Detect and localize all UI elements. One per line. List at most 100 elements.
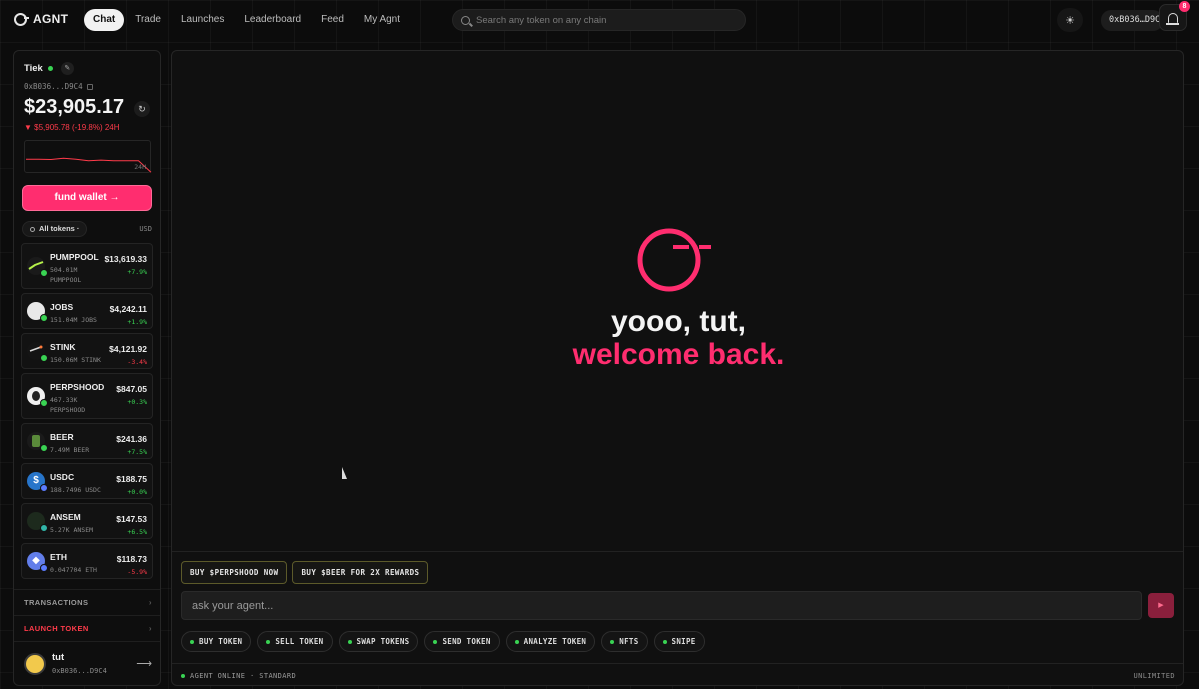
chain-badge-icon bbox=[40, 564, 48, 572]
token-row-eth[interactable]: ◆ ETH 0.047704 ETH $118.73 -5.9% bbox=[21, 543, 153, 579]
arrow-right-icon[interactable]: ⟶ bbox=[136, 657, 152, 670]
token-row-perpshood[interactable]: PERPSHOOD 467.33K PERPSHOOD $847.05 +0.3% bbox=[21, 373, 153, 419]
action-label: BUY TOKEN bbox=[199, 637, 243, 646]
perpshood-glyph bbox=[32, 391, 40, 401]
beer-glyph bbox=[32, 435, 40, 447]
token-symbol: ANSEM bbox=[50, 512, 81, 522]
token-row-ansem[interactable]: ANSEM 5.27K ANSEM $147.53 +6.5% bbox=[21, 503, 153, 539]
token-value: $847.05 bbox=[116, 384, 147, 394]
nav-launches[interactable]: Launches bbox=[172, 9, 233, 31]
token-row-usdc[interactable]: $ USDC 188.7496 USDC $188.75 +0.0% bbox=[21, 463, 153, 499]
agnt-hero-logo-icon bbox=[637, 228, 711, 292]
action-label: NFTS bbox=[619, 637, 639, 646]
launch-token-link[interactable]: LAUNCH TOKEN › bbox=[14, 615, 160, 641]
ansem-token-icon bbox=[27, 512, 48, 532]
token-symbol: USDC bbox=[50, 472, 75, 482]
nav-leaderboard[interactable]: Leaderboard bbox=[235, 9, 310, 31]
account-name: Tiek bbox=[24, 63, 43, 74]
action-label: SNIPE bbox=[671, 637, 696, 646]
nav-my-agnt[interactable]: My Agnt bbox=[355, 9, 409, 31]
chat-panel: yooo, tut, welcome back. BUY $PERPSHOOD … bbox=[171, 50, 1184, 686]
token-row-stink[interactable]: STINK 150.06M STINK $4,121.92 -3.4% bbox=[21, 333, 153, 369]
token-change: -5.9% bbox=[127, 568, 147, 576]
page-scrollbar[interactable] bbox=[1188, 50, 1194, 686]
action-send-token[interactable]: SEND TOKEN bbox=[424, 631, 500, 652]
prompt-buy-beer[interactable]: BUY $BEER FOR 2X REWARDS bbox=[292, 561, 429, 584]
action-buy-token[interactable]: BUY TOKEN bbox=[181, 631, 252, 652]
action-analyze-token[interactable]: ANALYZE TOKEN bbox=[505, 631, 596, 652]
chevron-right-icon: › bbox=[148, 598, 152, 607]
notifications-button[interactable]: 8 bbox=[1159, 1, 1190, 31]
agent-status-text: AGENT ONLINE · STANDARD bbox=[190, 672, 297, 680]
status-dot-icon bbox=[514, 639, 519, 644]
online-status-dot bbox=[47, 66, 53, 71]
refresh-balance-button[interactable]: ↻ bbox=[134, 101, 150, 117]
status-dot-icon bbox=[347, 639, 352, 644]
token-amount-value: 467.33K bbox=[50, 396, 78, 404]
chevron-right-icon: › bbox=[148, 624, 152, 633]
agnt-logo-icon bbox=[14, 12, 29, 26]
action-swap-tokens[interactable]: SWAP TOKENS bbox=[338, 631, 419, 652]
search-input[interactable] bbox=[476, 14, 726, 26]
token-search[interactable] bbox=[452, 9, 746, 31]
main-nav: Chat Trade Launches Leaderboard Feed My … bbox=[84, 9, 409, 31]
prompt-buy-perpshood[interactable]: BUY $PERPSHOOD NOW bbox=[181, 561, 288, 584]
eth-token-icon: ◆ bbox=[27, 552, 48, 572]
nav-chat[interactable]: Chat bbox=[84, 9, 125, 31]
action-sell-token[interactable]: SELL TOKEN bbox=[257, 631, 333, 652]
chain-badge-icon bbox=[40, 524, 48, 532]
search-icon bbox=[461, 15, 470, 25]
welcome-subtitle: welcome back. bbox=[572, 338, 785, 371]
action-snipe[interactable]: SNIPE bbox=[653, 631, 705, 652]
token-value: $4,121.92 bbox=[109, 344, 147, 354]
token-amount: 467.33K PERPSHOOD bbox=[50, 395, 85, 415]
token-row-beer[interactable]: BEER 7.49M BEER $241.36 +7.5% bbox=[21, 423, 153, 459]
chain-badge-icon bbox=[40, 269, 48, 277]
token-amount: 151.04M JOBS bbox=[50, 316, 97, 324]
copy-icon[interactable] bbox=[86, 83, 93, 90]
currency-label[interactable]: USD bbox=[139, 225, 152, 233]
wallet-address-button[interactable]: 0xB036…D9C4 bbox=[1101, 10, 1163, 31]
wallet-sidebar: Tiek ✎ 0xB036...D9C4 $23,905.17 ↻ ▼ $5,9… bbox=[13, 50, 161, 686]
user-profile-card[interactable]: tut 0xB036...D9C4 ⟶ bbox=[14, 641, 160, 685]
launch-token-label: LAUNCH TOKEN bbox=[24, 624, 89, 633]
theme-toggle-button[interactable]: ☀ bbox=[1057, 8, 1083, 32]
edit-name-button[interactable]: ✎ bbox=[60, 62, 74, 75]
nav-feed[interactable]: Feed bbox=[312, 9, 353, 31]
agent-status: AGENT ONLINE · STANDARD bbox=[181, 672, 296, 680]
welcome-greeting: yooo, tut, bbox=[611, 305, 746, 338]
action-label: SWAP TOKENS bbox=[356, 637, 410, 646]
token-change: +7.9% bbox=[127, 268, 147, 276]
beer-token-icon bbox=[27, 432, 48, 452]
nav-trade[interactable]: Trade bbox=[126, 9, 170, 31]
send-button[interactable]: ▶ bbox=[1148, 593, 1174, 618]
action-label: ANALYZE TOKEN bbox=[523, 637, 587, 646]
token-amount: 188.7496 USDC bbox=[50, 486, 101, 494]
token-amount: 7.49M BEER bbox=[50, 446, 90, 454]
agent-prompt-input[interactable] bbox=[181, 591, 1142, 620]
action-nfts[interactable]: NFTS bbox=[601, 631, 648, 652]
sparkline-range-label: 24H bbox=[134, 163, 146, 171]
action-shortcuts: BUY TOKEN SELL TOKEN SWAP TOKENS SEND TO… bbox=[181, 631, 705, 652]
balance-sparkline: 24H bbox=[24, 140, 152, 173]
status-dot-icon bbox=[433, 639, 438, 644]
token-row-pumppool[interactable]: PUMPPOOL 504.01M PUMPPOOL $13,619.33 +7.9… bbox=[21, 243, 153, 289]
brand-name: AGNT bbox=[33, 12, 69, 26]
transactions-link[interactable]: TRANSACTIONS › bbox=[14, 589, 160, 615]
token-change: +0.3% bbox=[127, 398, 147, 406]
token-row-jobs[interactable]: JOBS 151.04M JOBS $4,242.11 +1.9% bbox=[21, 293, 153, 329]
account-address-text: 0xB036...D9C4 bbox=[24, 82, 83, 91]
fund-wallet-button[interactable]: fund wallet → bbox=[22, 185, 152, 211]
account-address[interactable]: 0xB036...D9C4 bbox=[24, 82, 93, 91]
portfolio-balance: $23,905.17 bbox=[24, 96, 125, 118]
token-value: $13,619.33 bbox=[104, 254, 147, 264]
token-amount-value: 504.01M bbox=[50, 266, 78, 274]
token-value: $188.75 bbox=[116, 474, 147, 484]
sparkline-series bbox=[26, 157, 152, 173]
account-header: Tiek ✎ bbox=[24, 62, 74, 75]
token-change: +7.5% bbox=[127, 448, 147, 456]
token-amount-unit: PUMPPOOL bbox=[50, 276, 82, 284]
token-filter-dropdown[interactable]: All tokens · bbox=[22, 221, 88, 237]
token-symbol: STINK bbox=[50, 342, 76, 352]
brand[interactable]: AGNT bbox=[14, 12, 68, 26]
